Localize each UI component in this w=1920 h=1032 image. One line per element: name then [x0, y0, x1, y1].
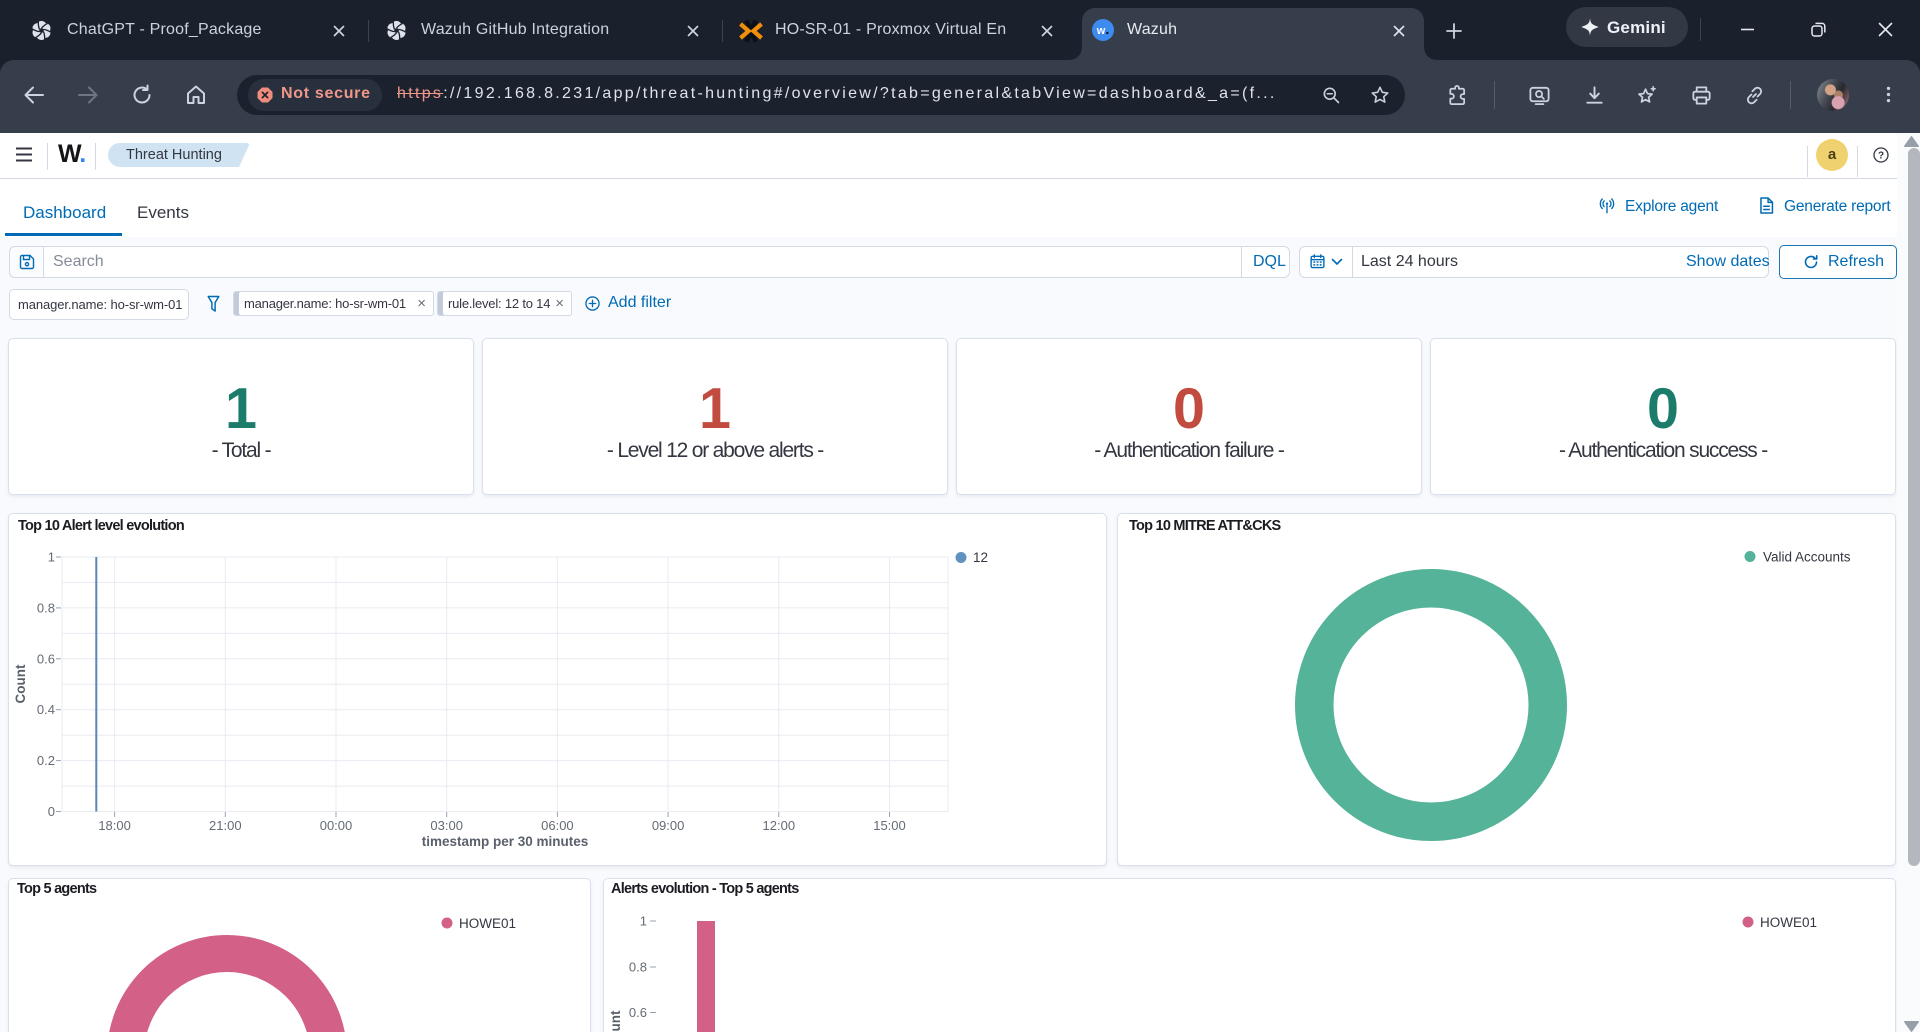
svg-text:21:00: 21:00: [209, 818, 242, 833]
svg-text:Valid Accounts: Valid Accounts: [1763, 550, 1851, 565]
svg-text:Count: Count: [608, 1010, 623, 1032]
svg-text:HOWE01: HOWE01: [1760, 915, 1817, 930]
svg-text:12:00: 12:00: [763, 818, 796, 833]
svg-text:0.2: 0.2: [37, 753, 55, 768]
svg-text:0.8: 0.8: [37, 600, 55, 615]
svg-text:0.6: 0.6: [629, 1005, 647, 1020]
svg-text:03:00: 03:00: [430, 818, 463, 833]
svg-text:1: 1: [48, 550, 55, 565]
svg-text:timestamp per 30 minutes: timestamp per 30 minutes: [422, 834, 589, 849]
svg-text:12: 12: [973, 550, 988, 565]
svg-text:HOWE01: HOWE01: [459, 916, 516, 931]
svg-text:18:00: 18:00: [98, 818, 131, 833]
svg-text:Count: Count: [13, 664, 28, 703]
svg-text:00:00: 00:00: [320, 818, 353, 833]
svg-text:0: 0: [48, 804, 55, 819]
svg-text:09:00: 09:00: [652, 818, 685, 833]
svg-text:0.8: 0.8: [629, 960, 647, 975]
svg-text:06:00: 06:00: [541, 818, 574, 833]
svg-text:1: 1: [640, 914, 647, 929]
svg-text:0.4: 0.4: [37, 702, 55, 717]
svg-text:0.6: 0.6: [37, 651, 55, 666]
svg-text:15:00: 15:00: [873, 818, 906, 833]
